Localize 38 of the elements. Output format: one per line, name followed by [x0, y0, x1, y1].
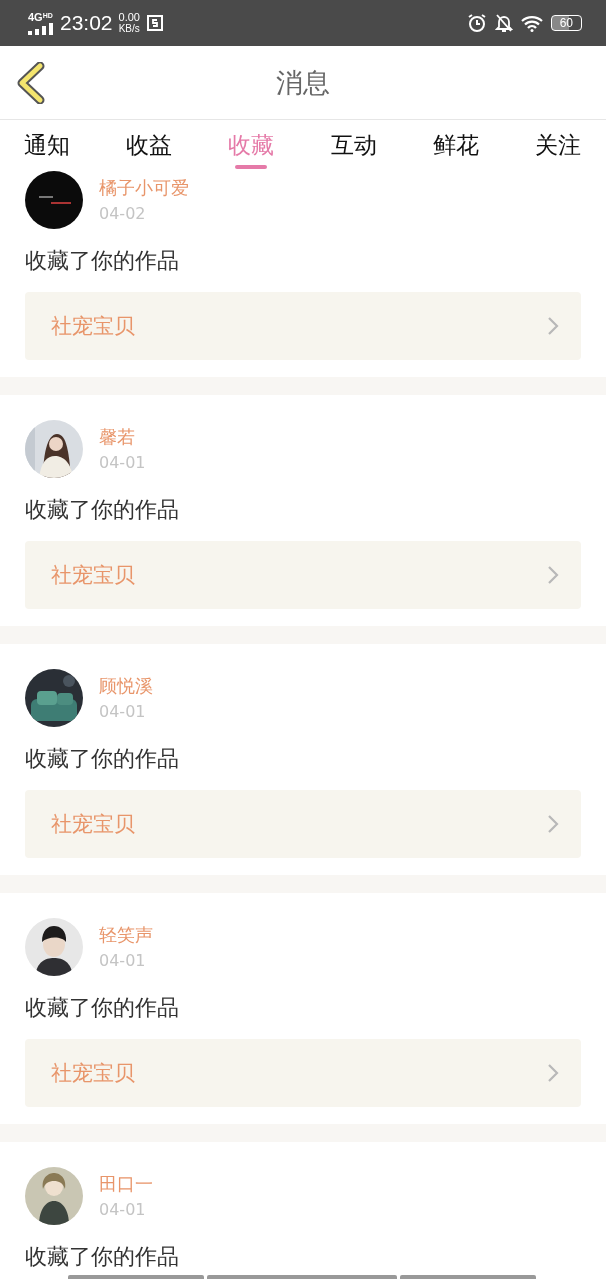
message-text: 收藏了你的作品	[25, 1243, 179, 1271]
chevron-icon	[547, 1063, 559, 1083]
user-name[interactable]: 顾悦溪	[99, 675, 153, 697]
screenshot-icon	[146, 14, 164, 32]
date: 04-01	[99, 1199, 146, 1221]
tab[interactable]: 收益	[126, 120, 173, 171]
wifi-icon	[520, 14, 543, 32]
message-text: 收藏了你的作品	[25, 247, 179, 275]
user-name[interactable]: 轻笑声	[99, 924, 153, 946]
chevron-icon	[547, 814, 559, 834]
network-speed: 0.00 KB/s	[118, 11, 140, 34]
work-card[interactable]: 社宠宝贝	[25, 541, 581, 609]
tab[interactable]: 鲜花	[432, 120, 479, 171]
date: 04-01	[99, 950, 146, 972]
date: 04-01	[99, 701, 146, 723]
tab[interactable]: 收藏	[228, 120, 275, 171]
message-text: 收藏了你的作品	[25, 994, 179, 1022]
work-card[interactable]: 社宠宝贝	[25, 1039, 581, 1107]
date: 04-02	[99, 203, 146, 225]
date: 04-01	[99, 452, 146, 474]
clock-time: 23:02	[60, 11, 113, 35]
alarm-icon	[466, 13, 487, 33]
page-title: 消息	[276, 65, 330, 100]
chevron-icon	[547, 316, 559, 336]
work-card[interactable]: 社宠宝贝	[25, 292, 581, 360]
user-name[interactable]: 橘子小可爱	[99, 177, 189, 199]
message-text: 收藏了你的作品	[25, 745, 179, 773]
muted-bell-icon	[494, 13, 513, 33]
message-text: 收藏了你的作品	[25, 496, 179, 524]
tab[interactable]: 关注	[534, 120, 581, 171]
tab[interactable]: 互动	[330, 120, 377, 171]
user-name[interactable]: 馨若	[99, 426, 146, 448]
battery-level: 60	[550, 15, 582, 31]
work-card[interactable]: 社宠宝贝	[25, 790, 581, 858]
signal-icon	[28, 22, 54, 35]
user-name[interactable]: 田口一	[99, 1173, 153, 1195]
tab[interactable]: 通知	[24, 120, 70, 171]
chevron-icon	[547, 565, 559, 585]
